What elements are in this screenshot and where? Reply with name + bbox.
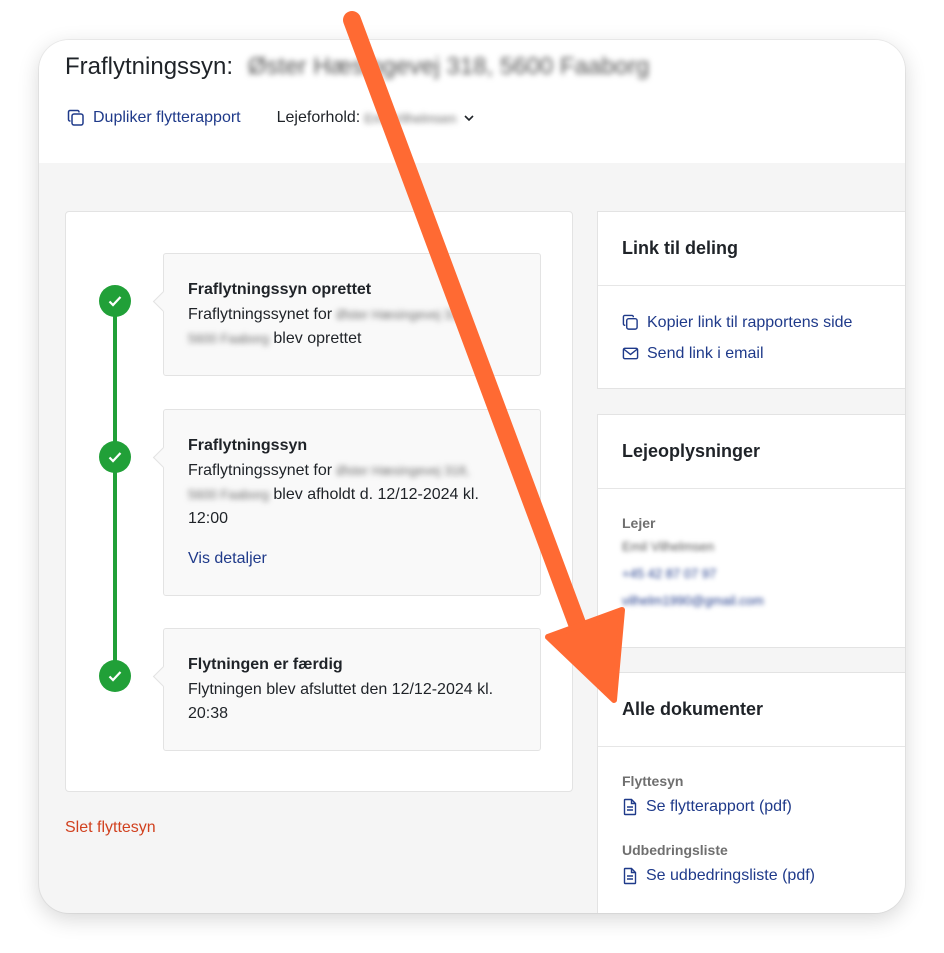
copy-icon	[67, 109, 84, 126]
event-text: Fraflytningssynet for	[188, 306, 333, 323]
title-prefix: Fraflytningssyn:	[65, 53, 234, 80]
copy-link-label: Kopier link til rapportens side	[647, 313, 853, 331]
event-description: Fraflytningssynet for Øster Hæsingevej 3…	[188, 459, 516, 531]
document-group-label: Flyttesyn	[622, 773, 684, 789]
event-text: 20:38	[188, 705, 229, 722]
tenant-phone-link[interactable]: +45 42 87 07 97	[622, 560, 893, 587]
timeline-event-created: Fraflytningssyn oprettet Fraflytningssyn…	[163, 253, 541, 376]
share-card-title: Link til deling	[598, 212, 905, 286]
send-email-label: Send link i email	[647, 344, 764, 362]
tenancy-dropdown[interactable]: Lejeforhold: Emil Vilhelmsen	[277, 109, 475, 127]
tenant-name: Emil Vilhelmsen	[622, 539, 715, 554]
view-details-link[interactable]: Vis detaljer	[188, 547, 267, 571]
event-text: 12:00	[188, 510, 229, 527]
check-icon	[99, 285, 131, 317]
documents-card: Alle dokumenter Flyttesyn Se flytterappo…	[597, 672, 905, 913]
documents-card-body: Flyttesyn Se flytterapport (pdf) Udbedri…	[598, 747, 905, 891]
view-move-report-label: Se flytterapport (pdf)	[646, 797, 792, 815]
tenant-label: Lejer	[622, 515, 656, 531]
view-repair-list-pdf-link[interactable]: Se udbedringsliste (pdf)	[622, 860, 893, 891]
copy-icon	[622, 314, 638, 330]
document-group-label: Udbedringsliste	[622, 842, 728, 858]
page-header: Fraflytningssyn: Øster Hæsingevej 318, 5…	[39, 40, 905, 163]
event-text: Fraflytningssynet for	[188, 462, 333, 479]
timeline-event-completed: Flytningen er færdig Flytningen blev afs…	[163, 628, 541, 751]
event-address: Øster Hæsingevej 318,	[336, 463, 470, 478]
duplicate-report-button[interactable]: Dupliker flytterapport	[67, 109, 241, 127]
event-text: blev afholdt d. 12/12-2024 kl.	[273, 486, 479, 503]
page-title: Fraflytningssyn: Øster Hæsingevej 318, 5…	[65, 53, 649, 81]
document-icon	[623, 867, 637, 884]
check-icon	[99, 441, 131, 473]
share-card: Link til deling Kopier link til rapporte…	[597, 211, 905, 389]
event-title: Fraflytningssyn oprettet	[188, 281, 372, 298]
event-title: Flytningen er færdig	[188, 656, 343, 673]
event-address: Øster Hæsingevej 318,	[336, 307, 470, 322]
property-address: Øster Hæsingevej 318, 5600 Faaborg	[247, 53, 650, 80]
timeline-event-inspection: Fraflytningssyn Fraflytningssynet for Øs…	[163, 409, 541, 596]
send-email-button[interactable]: Send link i email	[622, 338, 893, 369]
header-actions: Dupliker flytterapport Lejeforhold: Emil…	[67, 109, 475, 127]
move-out-report-window: Fraflytningssyn: Øster Hæsingevej 318, 5…	[39, 40, 905, 913]
tenancy-label: Lejeforhold:	[276, 109, 361, 126]
event-address: 5600 Faaborg	[188, 331, 269, 346]
mail-icon	[622, 347, 639, 360]
event-address: 5600 Faaborg	[188, 487, 269, 502]
copy-link-button[interactable]: Kopier link til rapportens side	[622, 307, 893, 338]
documents-card-title: Alle dokumenter	[598, 673, 905, 747]
delete-inspection-link[interactable]: Slet flyttesyn	[65, 819, 156, 837]
tenant-card: Lejeoplysninger Lejer Emil Vilhelmsen +4…	[597, 414, 905, 648]
share-card-body: Kopier link til rapportens side Send lin…	[598, 286, 905, 369]
tenant-card-title: Lejeoplysninger	[598, 415, 905, 489]
document-icon	[623, 798, 637, 815]
view-move-report-pdf-link[interactable]: Se flytterapport (pdf)	[622, 791, 893, 822]
tenant-card-body: Lejer Emil Vilhelmsen +45 42 87 07 97 vi…	[598, 489, 905, 614]
event-description: Flytningen blev afsluttet den 12/12-2024…	[188, 678, 516, 726]
event-text: Flytningen blev afsluttet den 12/12-2024…	[188, 681, 494, 698]
check-icon	[99, 660, 131, 692]
timeline-panel: Fraflytningssyn oprettet Fraflytningssyn…	[65, 211, 573, 792]
duplicate-report-label: Dupliker flytterapport	[93, 109, 241, 126]
tenancy-value: Emil Vilhelmsen	[364, 110, 457, 126]
view-repair-list-label: Se udbedringsliste (pdf)	[646, 866, 815, 884]
chevron-down-icon	[463, 115, 474, 122]
event-text: blev oprettet	[273, 330, 362, 347]
event-description: Fraflytningssynet for Øster Hæsingevej 3…	[188, 303, 516, 351]
tenant-email-link[interactable]: vilhelm1990@gmail.com	[622, 587, 893, 614]
event-title: Fraflytningssyn	[188, 437, 308, 454]
timeline-line	[113, 300, 117, 672]
